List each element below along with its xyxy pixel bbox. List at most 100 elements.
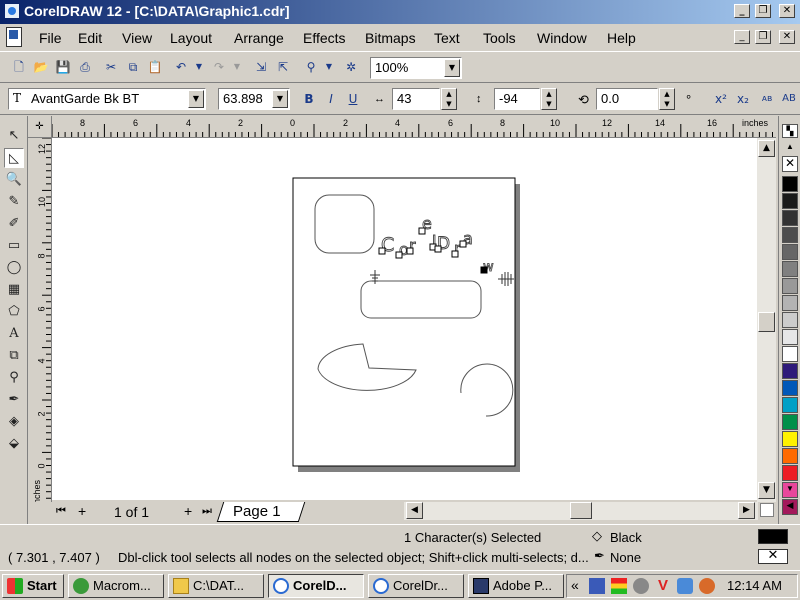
- menu-view[interactable]: View: [122, 30, 152, 46]
- vertical-shift-spinner[interactable]: ▲ ▼: [541, 88, 557, 110]
- application-launcher-icon[interactable]: ⚲: [302, 58, 320, 76]
- menu-arrange[interactable]: Arrange: [234, 30, 284, 46]
- new-icon[interactable]: 🗋: [10, 58, 28, 76]
- app-tray-icon[interactable]: [699, 578, 715, 594]
- export-icon[interactable]: ⇱: [274, 58, 292, 76]
- menu-window[interactable]: Window: [537, 30, 587, 46]
- task-coreldraw-2[interactable]: CorelDr...: [368, 574, 464, 598]
- menu-effects[interactable]: Effects: [303, 30, 346, 46]
- interactive-fill-tool-icon[interactable]: ⬙: [4, 434, 24, 454]
- scroll-right-button[interactable]: ▶: [738, 502, 755, 519]
- menu-edit[interactable]: Edit: [78, 30, 102, 46]
- open-icon[interactable]: 📂: [32, 58, 50, 76]
- rectangle-tool-icon[interactable]: ▭: [4, 236, 24, 256]
- color-swatch[interactable]: [782, 431, 798, 447]
- network-icon[interactable]: [589, 578, 605, 594]
- color-swatch[interactable]: [782, 176, 798, 192]
- traffic-light-icon[interactable]: [611, 578, 627, 594]
- volume-icon[interactable]: [633, 578, 649, 594]
- add-page-after-button[interactable]: +: [184, 503, 192, 519]
- menu-file[interactable]: File: [39, 30, 62, 46]
- document-icon[interactable]: [6, 27, 22, 47]
- palette-options-icon[interactable]: ▚: [782, 124, 798, 138]
- font-size-field[interactable]: 63.898 ▼: [218, 88, 290, 110]
- print-icon[interactable]: ⎙: [76, 58, 94, 76]
- tray-expand-button[interactable]: «: [571, 577, 579, 593]
- color-swatch[interactable]: [782, 210, 798, 226]
- color-swatch[interactable]: [782, 380, 798, 396]
- interactive-blend-tool-icon[interactable]: ⧉: [4, 346, 24, 366]
- graph-paper-tool-icon[interactable]: ▦: [4, 280, 24, 300]
- smart-fill-tool-icon[interactable]: ✐: [4, 214, 24, 234]
- view-navigator-button[interactable]: [760, 503, 774, 517]
- menu-help[interactable]: Help: [607, 30, 636, 46]
- task-macromedia[interactable]: Macrom...: [68, 574, 164, 598]
- menu-bitmaps[interactable]: Bitmaps: [365, 30, 416, 46]
- last-page-button[interactable]: ⏭: [202, 504, 212, 518]
- launcher-dropdown-icon[interactable]: ▼: [320, 58, 338, 76]
- bold-button[interactable]: B: [300, 90, 318, 108]
- vertical-shift-field[interactable]: -94: [494, 88, 540, 110]
- corel-online-icon[interactable]: ✲: [342, 58, 360, 76]
- redo-icon[interactable]: ↷: [210, 58, 228, 76]
- redo-dropdown-icon[interactable]: ▼: [228, 58, 246, 76]
- shield-icon[interactable]: [677, 578, 693, 594]
- palette-expand-icon[interactable]: ◀: [782, 500, 798, 511]
- drawing-canvas[interactable]: C o r e l D r a w: [52, 138, 776, 500]
- ellipse-tool-icon[interactable]: ◯: [4, 258, 24, 278]
- horizontal-ruler[interactable]: 8 6 4 2 0 2 4 6 8 10 12 14 16 inches: [52, 116, 776, 138]
- first-page-button[interactable]: ⏮: [56, 504, 66, 518]
- zoom-tool-icon[interactable]: 🔍: [4, 170, 24, 190]
- undo-icon[interactable]: ↶: [172, 58, 190, 76]
- underline-button[interactable]: U: [344, 90, 362, 108]
- color-swatch[interactable]: [782, 414, 798, 430]
- all-caps-button[interactable]: AB: [780, 90, 798, 108]
- vertical-ruler[interactable]: 12 10 8 6 4 2 0 inches: [28, 138, 52, 502]
- subscript-button[interactable]: x₂: [734, 90, 752, 108]
- color-swatch[interactable]: [782, 244, 798, 260]
- superscript-button[interactable]: x²: [712, 90, 730, 108]
- palette-scroll-up-icon[interactable]: ▲: [782, 142, 798, 151]
- color-swatch[interactable]: [782, 363, 798, 379]
- eyedropper-tool-icon[interactable]: ⚲: [4, 368, 24, 388]
- color-swatch[interactable]: [782, 465, 798, 481]
- color-swatch[interactable]: [782, 193, 798, 209]
- rotation-spinner[interactable]: ▲ ▼: [659, 88, 675, 110]
- title-bar[interactable]: CorelDRAW 12 - [C:\DATA\Graphic1.cdr] _ …: [0, 0, 800, 24]
- horizontal-shift-spinner[interactable]: ▲ ▼: [441, 88, 457, 110]
- menu-layout[interactable]: Layout: [170, 30, 212, 46]
- doc-minimize-button[interactable]: _: [734, 30, 750, 44]
- color-swatch[interactable]: [782, 295, 798, 311]
- shape-tool-icon[interactable]: ◺: [4, 148, 24, 168]
- color-swatch[interactable]: [782, 312, 798, 328]
- menu-tools[interactable]: Tools: [483, 30, 516, 46]
- rotation-field[interactable]: 0.0: [596, 88, 658, 110]
- doc-close-button[interactable]: ✕: [779, 30, 795, 44]
- color-swatch[interactable]: [782, 329, 798, 345]
- color-swatch[interactable]: [782, 261, 798, 277]
- copy-icon[interactable]: ⧉: [124, 58, 142, 76]
- import-icon[interactable]: ⇲: [252, 58, 270, 76]
- save-icon[interactable]: 💾: [54, 58, 72, 76]
- doc-restore-button[interactable]: ❐: [755, 30, 771, 44]
- cut-icon[interactable]: ✂: [102, 58, 120, 76]
- coreldraw-app-icon[interactable]: [4, 3, 20, 19]
- horizontal-scrollbar[interactable]: ◀ ▶: [404, 502, 758, 520]
- menu-text[interactable]: Text: [434, 30, 460, 46]
- fill-swatch[interactable]: [758, 529, 788, 544]
- vertical-scroll-thumb[interactable]: [758, 312, 775, 332]
- scroll-up-button[interactable]: ▲: [758, 140, 775, 157]
- color-swatch[interactable]: [782, 346, 798, 362]
- ruler-origin-corner[interactable]: ✛: [28, 116, 52, 138]
- zoom-level-field[interactable]: 100% ▼: [370, 57, 462, 79]
- task-coreldraw[interactable]: CorelD...: [268, 574, 364, 598]
- palette-scroll-down-icon[interactable]: ▼: [782, 484, 798, 493]
- task-folder[interactable]: C:\DAT...: [168, 574, 264, 598]
- minimize-button[interactable]: _: [734, 4, 750, 18]
- font-dropdown-icon[interactable]: ▼: [188, 90, 204, 108]
- task-adobe-photoshop[interactable]: Adobe P...: [468, 574, 564, 598]
- add-page-before-button[interactable]: +: [78, 503, 86, 519]
- text-tool-icon[interactable]: A: [4, 324, 24, 344]
- vertical-scrollbar[interactable]: ▲ ▼: [757, 138, 776, 502]
- start-button[interactable]: Start: [2, 574, 64, 598]
